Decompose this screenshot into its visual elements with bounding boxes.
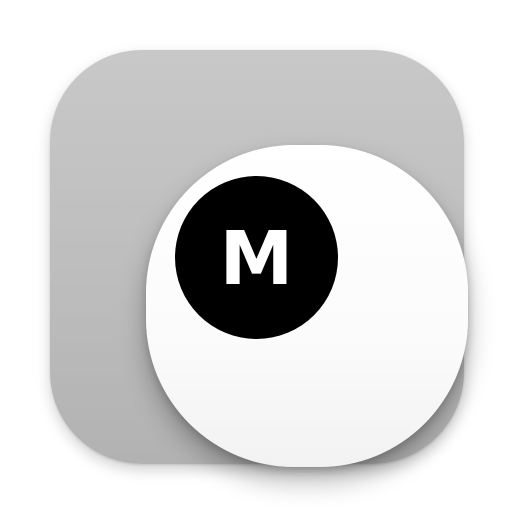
badge-letter: M <box>219 215 294 302</box>
m-badge-icon: M <box>175 176 338 339</box>
app-icon-canvas: M <box>0 0 512 512</box>
